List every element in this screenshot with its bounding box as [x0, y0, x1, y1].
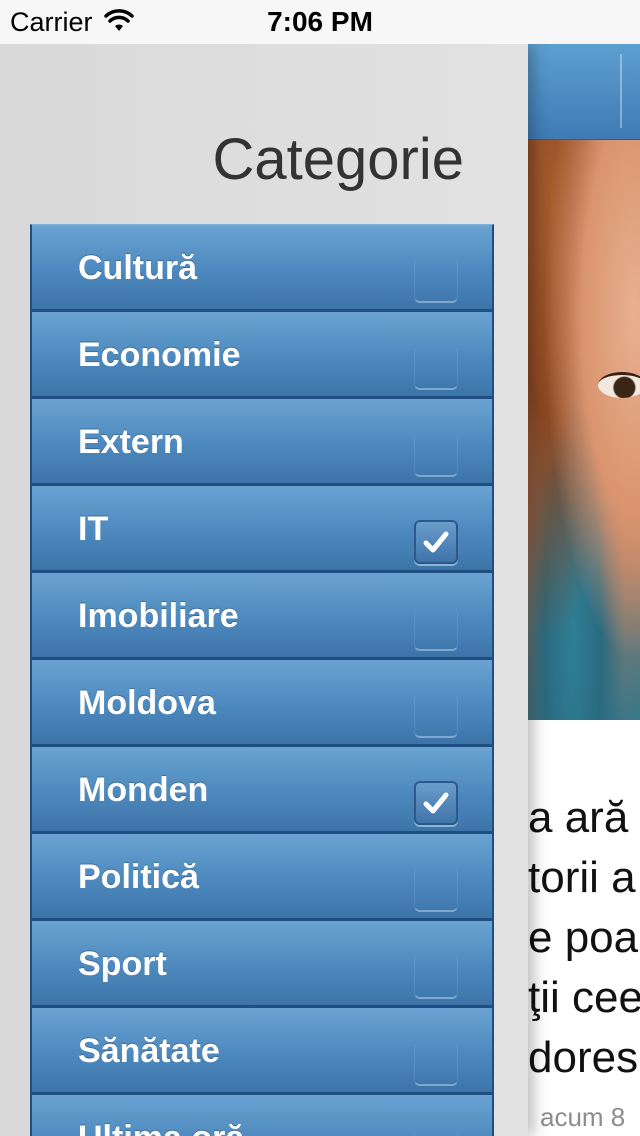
article-photo[interactable]	[528, 140, 640, 720]
category-row[interactable]: Sănătate	[30, 1007, 494, 1094]
category-label: Imobiliare	[78, 597, 239, 635]
category-row[interactable]: IT	[30, 485, 494, 572]
category-checkbox[interactable]	[414, 259, 458, 303]
checkmark-icon	[423, 531, 449, 553]
article-text-line: ţii cee	[528, 973, 640, 1022]
category-label: Monden	[78, 771, 209, 809]
category-label: Cultură	[78, 249, 197, 287]
article-text-line: a ară	[528, 793, 629, 842]
status-bar: Carrier 7:06 PM	[0, 0, 640, 44]
category-label: IT	[78, 510, 109, 548]
category-row[interactable]: Ultima oră	[30, 1094, 494, 1136]
category-checkbox[interactable]	[414, 955, 458, 999]
status-time: 7:06 PM	[267, 6, 373, 37]
article-nav-bar	[528, 44, 640, 140]
category-row[interactable]: Extern	[30, 398, 494, 485]
category-checkbox[interactable]	[414, 781, 458, 825]
category-checkbox[interactable]	[414, 607, 458, 651]
category-checkbox[interactable]	[414, 433, 458, 477]
category-row[interactable]: Cultură	[30, 224, 494, 311]
category-checkbox[interactable]	[414, 1042, 458, 1086]
category-row[interactable]: Imobiliare	[30, 572, 494, 659]
category-row[interactable]: Monden	[30, 746, 494, 833]
article-text-line: dores	[528, 1033, 639, 1082]
photo-detail	[598, 372, 640, 398]
article-text-line: torii a	[528, 853, 636, 902]
article-text-line: e poa	[528, 913, 639, 962]
category-row[interactable]: Economie	[30, 311, 494, 398]
category-checkbox[interactable]	[414, 1129, 458, 1136]
category-label: Sănătate	[78, 1032, 220, 1070]
category-row[interactable]: Moldova	[30, 659, 494, 746]
article-timestamp: acum 8	[540, 1102, 626, 1132]
category-label: Extern	[78, 423, 184, 461]
category-drawer: Categorie Cultură Economie Extern IT Imobili…	[0, 44, 528, 1136]
category-checkbox[interactable]	[414, 346, 458, 390]
category-label: Politică	[78, 858, 199, 896]
category-checkbox[interactable]	[414, 694, 458, 738]
category-checkbox[interactable]	[414, 520, 458, 564]
article-panel[interactable]: a ară torii a e poa ţii cee dores acum 8	[528, 44, 640, 1136]
checkmark-icon	[423, 792, 449, 814]
category-label: Moldova	[78, 684, 216, 722]
category-label: Sport	[78, 945, 167, 983]
category-label: Ultima oră	[78, 1119, 244, 1136]
category-label: Economie	[78, 336, 241, 374]
nav-divider	[620, 54, 622, 128]
category-checkbox[interactable]	[414, 868, 458, 912]
category-row[interactable]: Sport	[30, 920, 494, 1007]
category-row[interactable]: Politică	[30, 833, 494, 920]
drawer-title: Categorie	[212, 127, 464, 192]
category-list: Cultură Economie Extern IT Imobiliare Moldova…	[30, 224, 494, 1136]
